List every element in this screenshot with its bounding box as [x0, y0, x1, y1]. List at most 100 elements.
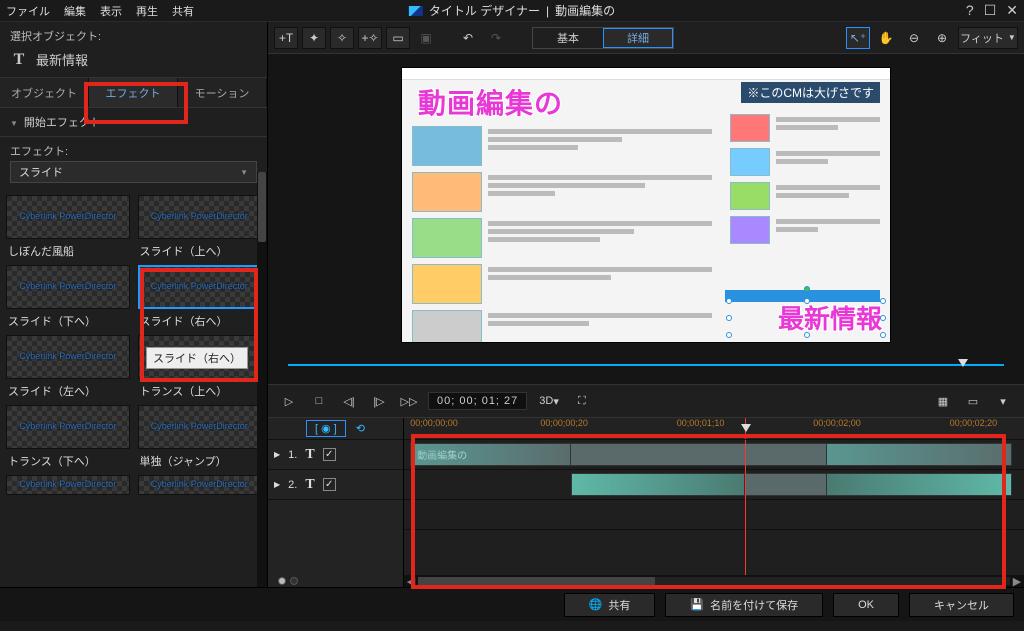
add-text-button[interactable]: +T — [274, 27, 298, 49]
track-expand-icon[interactable]: ▶ — [274, 480, 280, 489]
zoom-out-button[interactable]: ⊖ — [902, 27, 926, 49]
ok-button[interactable]: OK — [833, 593, 899, 617]
next-frame-button[interactable]: |▷ — [368, 391, 390, 411]
move-tool-button[interactable]: ↖⁺ — [846, 27, 870, 49]
effect-type-select[interactable]: スライド — [10, 161, 257, 183]
scroll-right-icon[interactable]: ▶ — [1010, 575, 1024, 588]
layer-button[interactable]: ▣ — [414, 27, 438, 49]
rect-tool-button[interactable]: ▭ — [386, 27, 410, 49]
zoom-in-button[interactable]: ⊕ — [930, 27, 954, 49]
tab-effect[interactable]: エフェクト — [89, 78, 178, 107]
menu-file[interactable]: ファイル — [6, 3, 50, 19]
effect-item-solo-jump[interactable]: Cyberlink PowerDirector 単独（ジャンプ） — [138, 405, 262, 469]
effect-item-slide-right[interactable]: Cyberlink PowerDirector スライド（右へ） — [138, 265, 262, 329]
start-effect-accordion[interactable]: 開始エフェクト — [0, 108, 267, 137]
timeline: [ ◉ ] ⟲ ▶ 1. T ✓ ▶ 2. T ✓ — [268, 418, 1024, 587]
play-button[interactable]: ▷ — [278, 391, 300, 411]
cancel-button[interactable]: キャンセル — [909, 593, 1014, 617]
grid-toggle-button[interactable]: ▦ — [932, 391, 954, 411]
clip-1-fx-out[interactable] — [826, 443, 1012, 466]
title-text-2[interactable]: 最新情報 — [778, 299, 882, 336]
preview-area: 動画編集の ※このCMは大げさです 最新情報 — [268, 54, 1024, 384]
maximize-icon[interactable]: ☐ — [984, 2, 997, 19]
fast-forward-button[interactable]: ▷▷ — [398, 391, 420, 411]
title-text-1[interactable]: 動画編集の — [418, 82, 563, 122]
effect-item-balloon[interactable]: Cyberlink PowerDirector しぼんだ風船 — [6, 195, 130, 259]
add-sparkle-button[interactable]: +✧ — [358, 27, 382, 49]
playhead-knob-icon[interactable] — [741, 424, 751, 432]
transport-menu[interactable]: ▾ — [992, 391, 1014, 411]
timeline-row-2[interactable]: 最新情報 — [404, 470, 1024, 500]
timeline-ruler[interactable]: 00;00;00;00 00;00;00;20 00;00;01;10 00;0… — [404, 418, 1024, 440]
stop-button[interactable]: □ — [308, 391, 330, 411]
playhead[interactable] — [745, 418, 746, 439]
keyframe-mode-icon[interactable]: [ ◉ ] — [306, 420, 346, 437]
ruler-tick: 00;00;02;00 — [813, 418, 861, 428]
track-visible-checkbox[interactable]: ✓ — [323, 478, 336, 491]
effect-item-slide-left[interactable]: Cyberlink PowerDirector スライド（左へ） — [6, 335, 130, 399]
save-as-button[interactable]: 💾名前を付けて保存 — [665, 593, 823, 617]
track-header-1[interactable]: ▶ 1. T ✓ — [268, 440, 403, 470]
effect-item-extra1[interactable]: Cyberlink PowerDirector — [6, 475, 130, 495]
safe-zone-button[interactable]: ▭ — [962, 391, 984, 411]
preview-seek-bar[interactable] — [288, 364, 1004, 366]
clip-1-fx-in[interactable] — [410, 443, 571, 466]
help-icon[interactable]: ? — [966, 2, 974, 19]
undo-button[interactable]: ↶ — [456, 27, 480, 49]
text-track-icon: T — [305, 447, 314, 463]
selected-object-label: 選択オブジェクト: — [0, 22, 267, 46]
menu-view[interactable]: 表示 — [100, 3, 122, 19]
effect-caption: スライド（左へ） — [6, 383, 130, 399]
particle-button[interactable]: ✦ — [302, 27, 326, 49]
h-scroll-thumb[interactable] — [418, 577, 655, 585]
effect-grid: Cyberlink PowerDirector しぼんだ風船 Cyberlink… — [0, 191, 267, 587]
ruler-tick: 00;00;00;00 — [410, 418, 458, 428]
effect-caption: スライド（下へ） — [6, 313, 130, 329]
pan-tool-button[interactable]: ✋ — [874, 27, 898, 49]
three-d-button[interactable]: 3D ▾ — [535, 391, 563, 411]
playhead-line[interactable] — [745, 440, 746, 587]
mode-advanced[interactable]: 詳細 — [603, 28, 673, 48]
track-visible-checkbox[interactable]: ✓ — [323, 448, 336, 461]
tab-object[interactable]: オブジェクト — [0, 78, 89, 107]
scrollbar-thumb[interactable] — [258, 172, 266, 242]
text-object-icon: T — [10, 51, 28, 69]
save-icon: 💾 — [690, 598, 704, 611]
fit-select[interactable]: フィット ▼ — [958, 27, 1018, 49]
effect-item-slide-up[interactable]: Cyberlink PowerDirector スライド（上へ） — [138, 195, 262, 259]
timeline-row-1[interactable]: 動画編集の — [404, 440, 1024, 470]
seek-knob[interactable] — [958, 359, 968, 367]
sparkle-button[interactable]: ✧ — [330, 27, 354, 49]
clip-2-fx-out[interactable] — [826, 473, 1012, 496]
fullscreen-button[interactable]: ⛶ — [571, 391, 593, 411]
share-button[interactable]: 🌐共有 — [564, 593, 656, 617]
scroll-left-icon[interactable]: ◀ — [404, 575, 418, 588]
preview-canvas[interactable]: 動画編集の ※このCMは大げさです 最新情報 — [401, 67, 891, 343]
effect-item-extra2[interactable]: Cyberlink PowerDirector — [138, 475, 262, 495]
tab-motion[interactable]: モーション — [178, 78, 267, 107]
timeline-tracks[interactable]: 00;00;00;00 00;00;00;20 00;00;01;10 00;0… — [404, 418, 1024, 587]
effect-item-slide-down[interactable]: Cyberlink PowerDirector スライド（下へ） — [6, 265, 130, 329]
clip-2-fx-in[interactable] — [571, 473, 745, 496]
effects-scrollbar[interactable] — [257, 172, 267, 587]
track-header-2[interactable]: ▶ 2. T ✓ — [268, 470, 403, 500]
timeline-row-empty[interactable] — [404, 500, 1024, 530]
close-icon[interactable]: ✕ — [1006, 2, 1018, 19]
preview-panel: +T ✦ ✧ +✧ ▭ ▣ ↶ ↷ 基本 詳細 ↖⁺ ✋ ⊖ ⊕ フィット ▼ … — [268, 22, 1024, 587]
selected-object-row: T 最新情報 — [0, 46, 267, 78]
effect-item-trance-down[interactable]: Cyberlink PowerDirector トランス（下へ） — [6, 405, 130, 469]
ruler-tick: 00;00;00;20 — [540, 418, 588, 428]
prev-frame-button[interactable]: ◁| — [338, 391, 360, 411]
menu-play[interactable]: 再生 — [136, 3, 158, 19]
menu-edit[interactable]: 編集 — [64, 3, 86, 19]
timeline-h-scrollbar[interactable]: ◀ ▶ — [404, 575, 1024, 587]
effect-item-trance-up[interactable]: Cyberlink PowerDirector トランス（上へ） — [138, 335, 262, 399]
loop-mode-icon[interactable]: ⟲ — [356, 422, 365, 435]
window-title: タイトル デザイナー | 動画編集の — [409, 2, 615, 19]
redo-button[interactable]: ↷ — [484, 27, 508, 49]
mode-basic[interactable]: 基本 — [533, 28, 603, 48]
title-separator: | — [546, 4, 549, 18]
timeline-page-dots[interactable] — [278, 577, 298, 585]
menu-share[interactable]: 共有 — [172, 3, 194, 19]
track-expand-icon[interactable]: ▶ — [274, 450, 280, 459]
